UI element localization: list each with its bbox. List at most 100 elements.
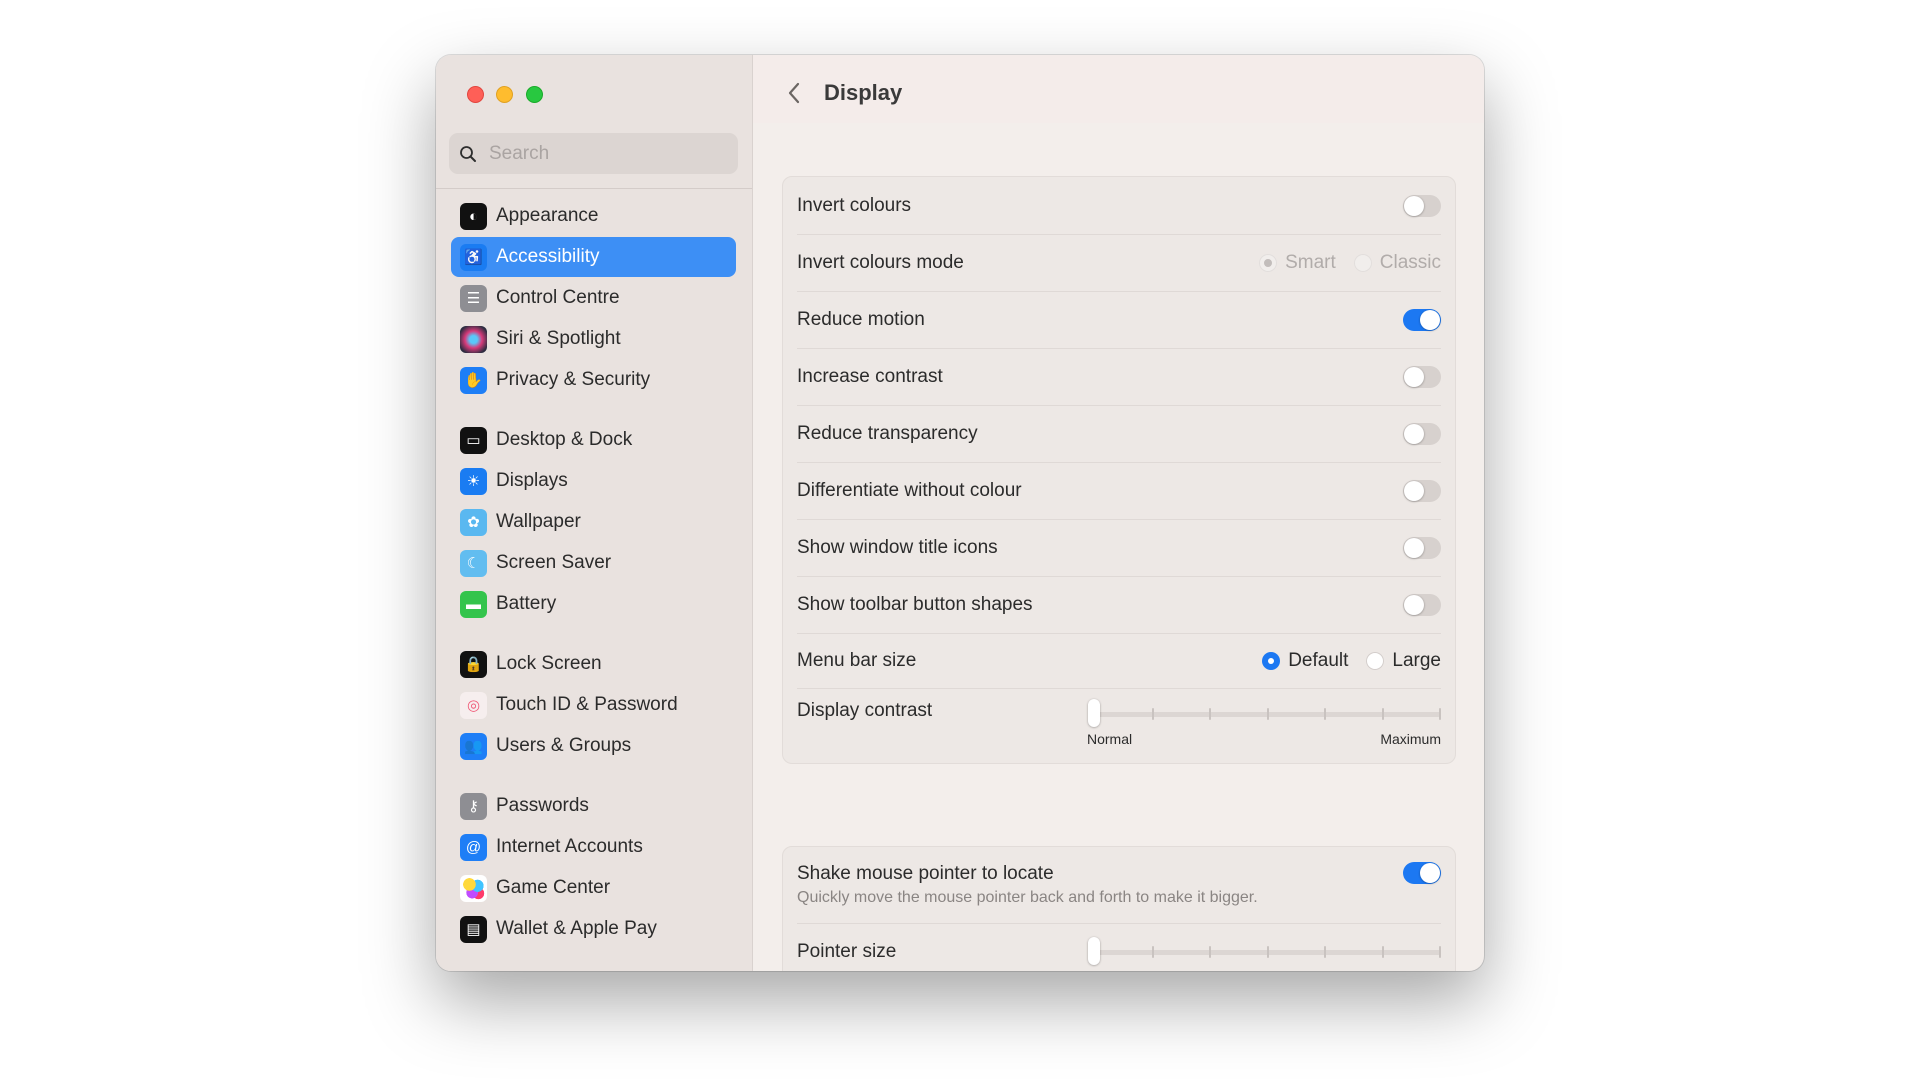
sidebar-item-lock-screen[interactable]: 🔒 Lock Screen: [451, 644, 736, 684]
row-window-title-icons: Show window title icons: [797, 519, 1441, 577]
sidebar-item-siri-spotlight[interactable]: ◉ Siri & Spotlight: [451, 319, 736, 359]
sidebar-item-label: Internet Accounts: [496, 836, 643, 857]
sidebar-item-label: Wallet & Apple Pay: [496, 918, 657, 939]
close-button[interactable]: [467, 86, 484, 103]
sidebar-item-privacy-security[interactable]: ✋ Privacy & Security: [451, 360, 736, 400]
row-label: Menu bar size: [797, 649, 917, 671]
menu-bar-size-radio-group: Default Large: [1262, 650, 1441, 672]
back-chevron-icon[interactable]: [783, 79, 807, 107]
sidebar-item-accessibility[interactable]: ♿ Accessibility: [451, 237, 736, 277]
row-label: Display contrast: [797, 700, 933, 721]
radio-classic[interactable]: Classic: [1353, 252, 1441, 274]
hand-icon: ✋: [460, 366, 487, 394]
row-reduce-motion: Reduce motion: [797, 291, 1441, 349]
slider-tick: [1266, 946, 1269, 958]
sidebar-item-game-center[interactable]: ● Game Center: [451, 868, 736, 908]
sidebar-item-passwords[interactable]: ⚷ Passwords: [451, 786, 736, 826]
window-title-icons-toggle[interactable]: [1403, 536, 1441, 559]
sidebar-item-appearance[interactable]: ◐ Appearance: [451, 196, 736, 236]
invert-mode-radio-group: Smart Classic: [1259, 252, 1441, 274]
toggle-knob: [1404, 480, 1424, 501]
search-field[interactable]: [449, 133, 738, 174]
sidebar-item-label: Screen Saver: [496, 552, 612, 573]
maximize-button[interactable]: [526, 86, 543, 103]
radio-smart[interactable]: Smart: [1259, 252, 1336, 274]
sidebar: ◐ Appearance ♿ Accessibility ☰ Control Centre…: [436, 55, 753, 971]
row-label: Show toolbar button shapes: [797, 593, 1033, 615]
row-label: Increase contrast: [797, 365, 943, 387]
slider-max-label: Maximum: [1380, 731, 1441, 747]
row-label: Invert colours mode: [797, 251, 964, 273]
sidebar-item-label: Siri & Spotlight: [496, 328, 621, 349]
slider-tick: [1324, 708, 1326, 720]
reduce-transparency-toggle[interactable]: [1403, 422, 1441, 445]
sidebar-item-wallpaper[interactable]: ✿ Wallpaper: [451, 502, 736, 542]
row-toolbar-button-shapes: Show toolbar button shapes: [797, 576, 1441, 634]
display-contrast-slider[interactable]: [1088, 699, 1441, 729]
slider-thumb[interactable]: [1088, 937, 1100, 965]
sidebar-item-internet-accounts[interactable]: @ Internet Accounts: [451, 827, 736, 867]
sidebar-item-label: Appearance: [496, 205, 599, 226]
sidebar-item-label: Lock Screen: [496, 653, 602, 674]
accessibility-icon: ♿: [460, 243, 487, 271]
sidebar-item-keyboard[interactable]: ⌨Keyboard: [451, 969, 736, 971]
slider-tick: [1381, 708, 1384, 720]
row-invert-colours: Invert colours: [797, 177, 1441, 235]
sidebar-item-touch-id-password[interactable]: ◎ Touch ID & Password: [451, 685, 736, 725]
slider-track[interactable]: [1088, 712, 1441, 717]
row-increase-contrast: Increase contrast: [797, 348, 1441, 406]
row-invert-colours-mode: Invert colours mode Smart Classic: [797, 234, 1441, 292]
sidebar-item-users-groups[interactable]: 👥 Users & Groups: [451, 726, 736, 766]
row-label: Reduce transparency: [797, 422, 978, 444]
row-reduce-transparency: Reduce transparency: [797, 405, 1441, 463]
row-menu-bar-size: Menu bar size Default Large: [797, 633, 1441, 689]
game-center-icon: ●: [460, 874, 487, 902]
shake-pointer-toggle[interactable]: [1403, 862, 1441, 884]
radio-default[interactable]: Default: [1262, 650, 1348, 672]
sidebar-item-label: Accessibility: [496, 246, 600, 267]
row-label: Invert colours: [797, 194, 912, 216]
sidebar-item-wallet-apple-pay[interactable]: ▤ Wallet & Apple Pay: [451, 909, 736, 949]
slider-min-label: Normal: [1087, 731, 1133, 747]
row-description: Quickly move the mouse pointer back and …: [797, 889, 1258, 906]
screen-saver-icon: ☾: [460, 549, 487, 577]
sidebar-list[interactable]: ◐ Appearance ♿ Accessibility ☰ Control Centre…: [436, 182, 752, 971]
row-label: Reduce motion: [797, 308, 925, 330]
row-label: Differentiate without colour: [797, 479, 1022, 501]
system-settings-window: ◐ Appearance ♿ Accessibility ☰ Control Centre…: [436, 55, 1484, 971]
slider-tick: [1151, 946, 1154, 958]
row-shake-pointer: Shake mouse pointer to locate Quickly mo…: [797, 847, 1441, 924]
invert-colours-toggle[interactable]: [1403, 194, 1441, 217]
increase-contrast-toggle[interactable]: [1403, 365, 1441, 388]
slider-thumb[interactable]: [1088, 699, 1100, 727]
reduce-motion-toggle[interactable]: [1403, 308, 1441, 331]
slider-track[interactable]: [1088, 950, 1441, 955]
pointer-settings-card: Shake mouse pointer to locate Quickly mo…: [782, 846, 1456, 971]
slider-tick: [1324, 946, 1326, 958]
minimize-button[interactable]: [496, 86, 513, 103]
sidebar-item-battery[interactable]: ▬ Battery: [451, 584, 736, 624]
display-settings-card: Invert colours Invert colours mode Smart…: [782, 176, 1456, 764]
sidebar-item-label: Users & Groups: [496, 735, 632, 756]
sidebar-item-label: Privacy & Security: [496, 369, 651, 390]
row-label: Show window title icons: [797, 536, 998, 558]
appearance-icon: ◐: [460, 202, 487, 230]
toolbar-button-shapes-toggle[interactable]: [1403, 593, 1441, 616]
differentiate-toggle[interactable]: [1403, 479, 1441, 502]
sidebar-item-label: Battery: [496, 593, 557, 614]
sidebar-item-displays[interactable]: ☀ Displays: [451, 461, 736, 501]
sidebar-item-screen-saver[interactable]: ☾ Screen Saver: [451, 543, 736, 583]
toggle-knob: [1420, 863, 1440, 883]
key-icon: ⚷: [460, 792, 487, 820]
pointer-size-slider[interactable]: [1088, 937, 1441, 967]
sidebar-item-label: Passwords: [496, 795, 589, 816]
sidebar-item-desktop-dock[interactable]: ▭ Desktop & Dock: [451, 420, 736, 460]
sidebar-item-label: Desktop & Dock: [496, 429, 633, 450]
sidebar-item-label: Wallpaper: [496, 511, 581, 532]
page-title: Display: [824, 80, 903, 105]
radio-large[interactable]: Large: [1366, 650, 1441, 672]
flower-icon: ✿: [460, 508, 487, 536]
sidebar-item-control-centre[interactable]: ☰ Control Centre: [451, 278, 736, 318]
toggle-knob: [1404, 537, 1424, 558]
search-input[interactable]: [487, 141, 731, 166]
